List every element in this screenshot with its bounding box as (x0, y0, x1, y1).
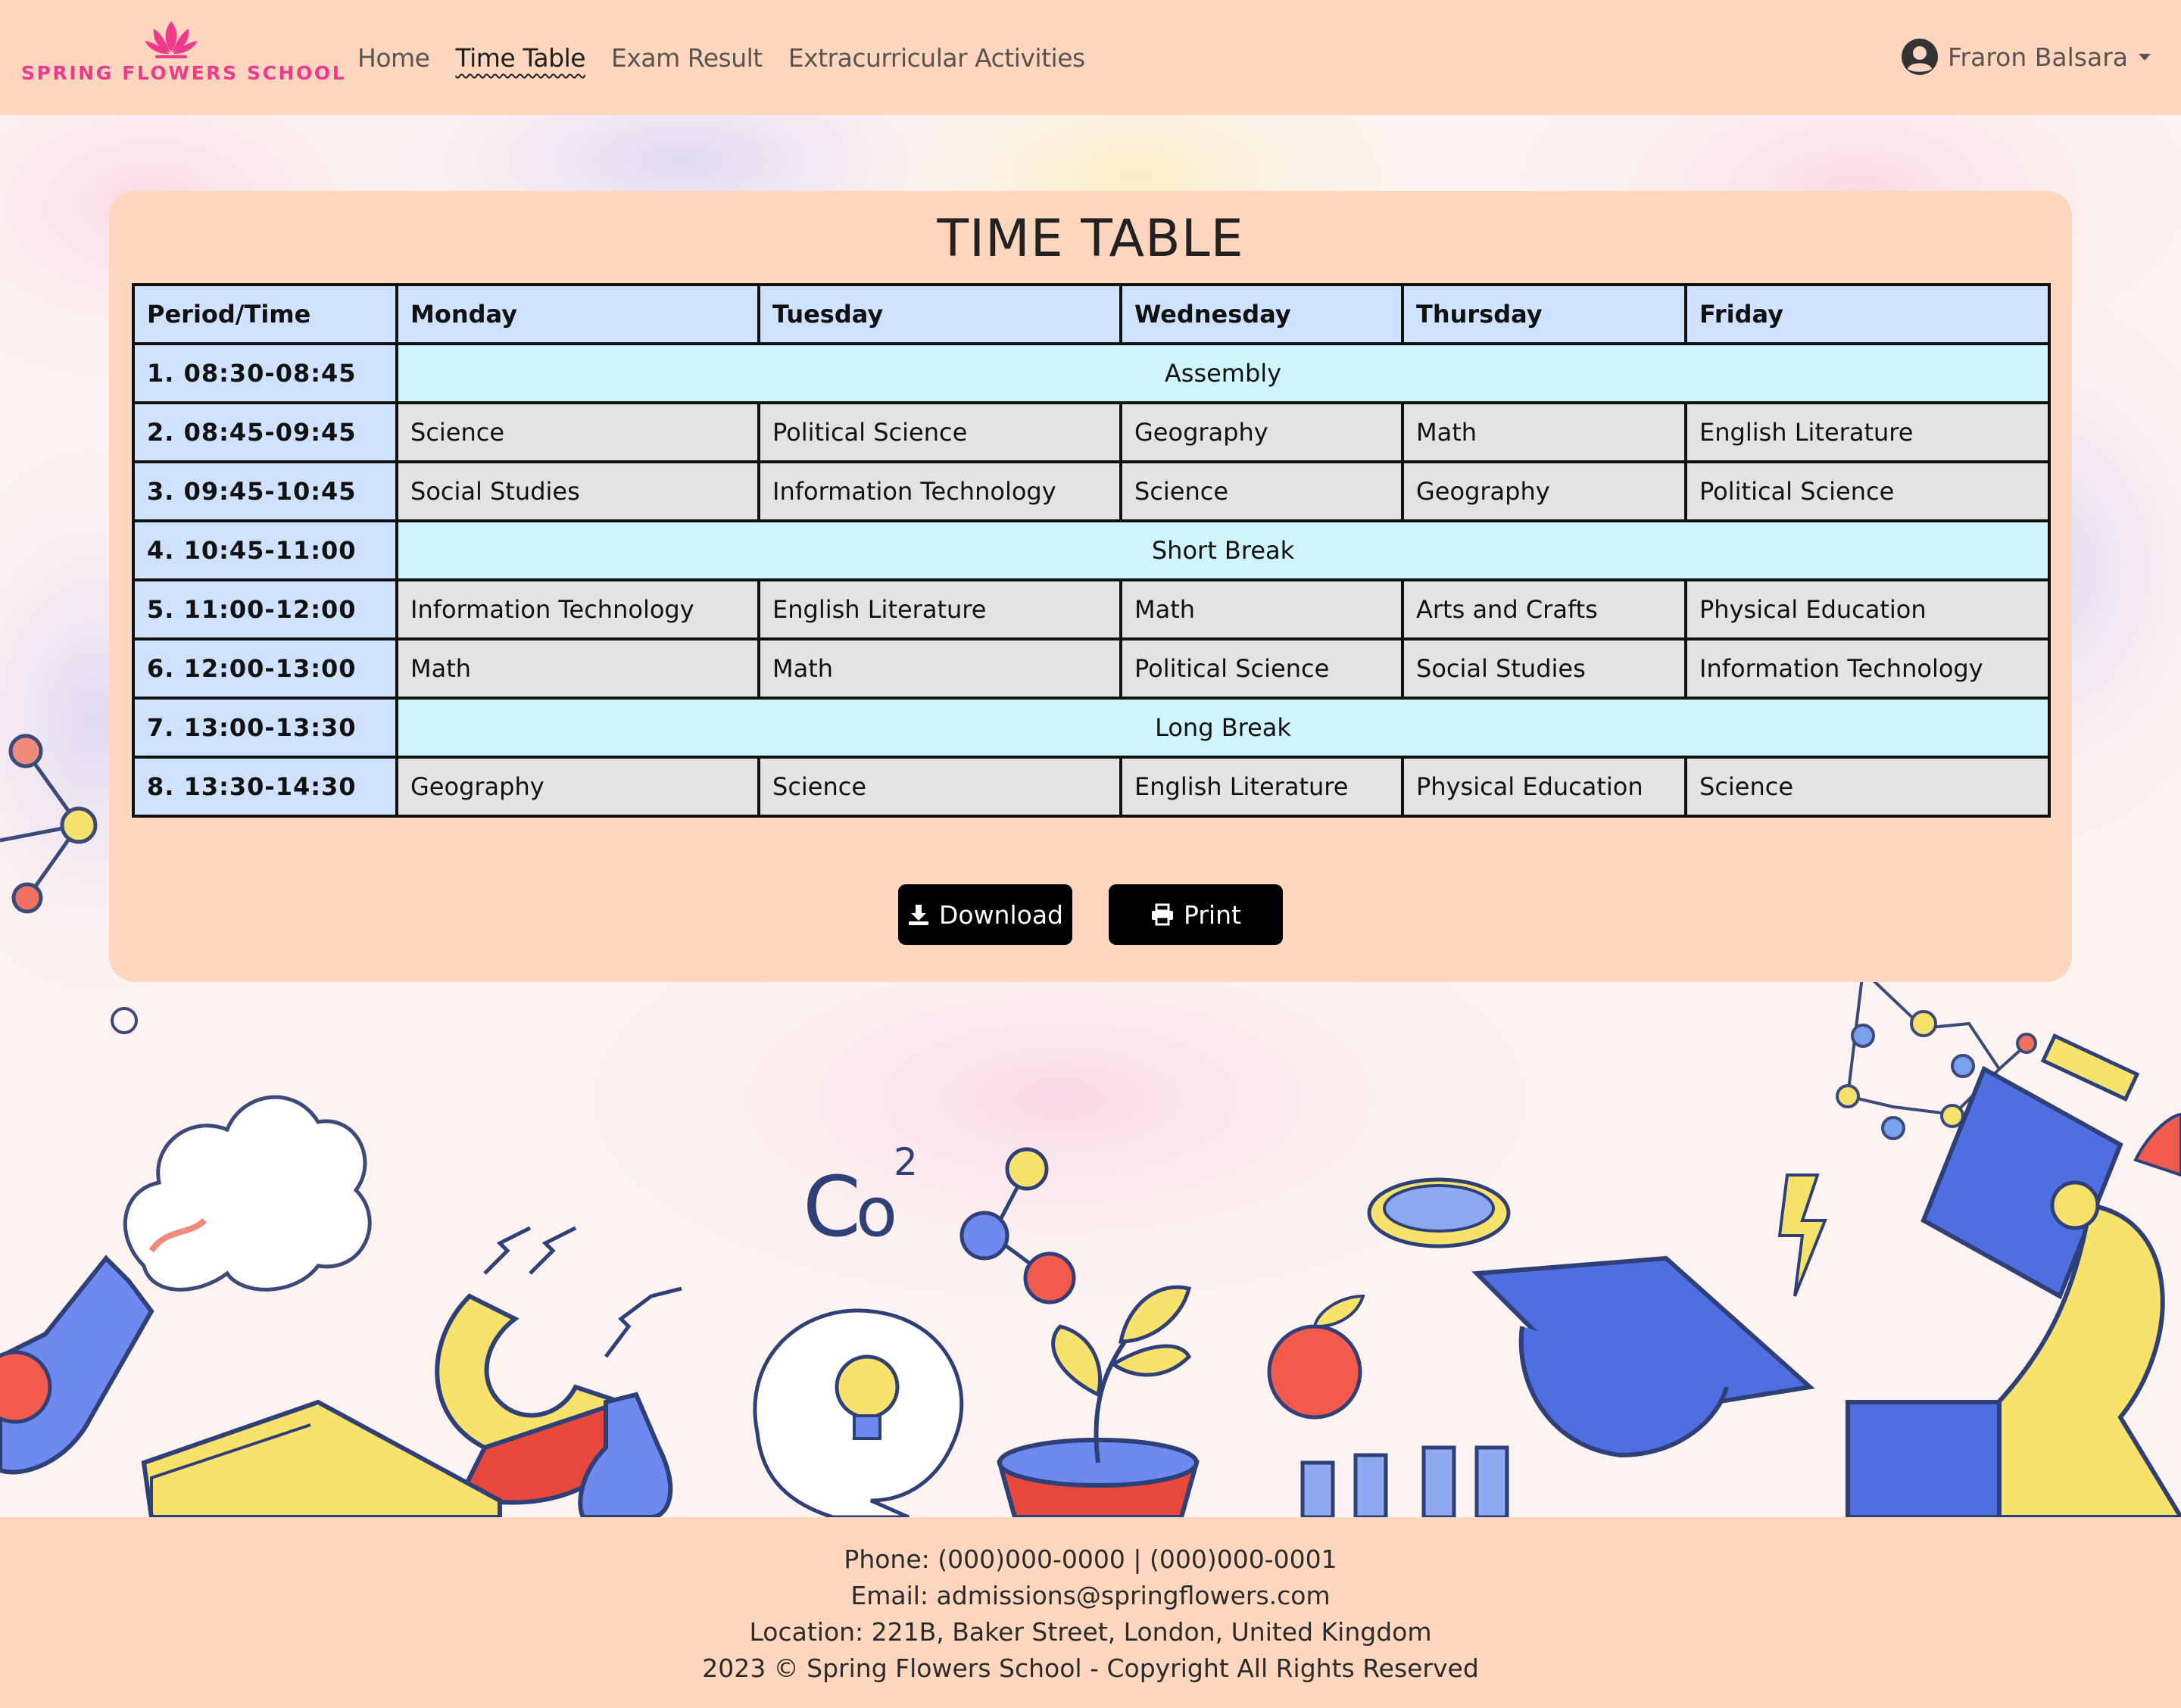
column-header-wednesday: Wednesday (1119, 283, 1404, 345)
brand-name: SPRING FLOWERS SCHOOL (21, 62, 347, 84)
user-circle-icon (1901, 39, 1938, 75)
subject-cell: Math (1401, 401, 1687, 463)
break-cell: Short Break (395, 519, 2051, 581)
svg-text:2: 2 (894, 1140, 918, 1184)
subject-cell: Political Science (1684, 460, 2051, 522)
subject-cell: Science (757, 756, 1122, 818)
subject-cell: Geography (1401, 460, 1687, 522)
period-cell: 4. 10:45-11:00 (132, 519, 398, 581)
break-cell: Assembly (395, 342, 2051, 404)
subject-cell: Science (395, 401, 760, 463)
table-row: 4. 10:45-11:00 Short Break (132, 519, 2051, 581)
table-row: 8. 13:30-14:30 Geography Science English… (132, 756, 2051, 818)
subject-cell: Geography (1119, 401, 1404, 463)
subject-cell: Science (1684, 756, 2051, 818)
subject-cell: Information Technology (395, 578, 760, 640)
nav-link-time-table[interactable]: Time Table (455, 38, 585, 79)
action-buttons: Download Print (109, 884, 2072, 945)
subject-cell: Physical Education (1684, 578, 2051, 640)
print-label: Print (1184, 899, 1241, 930)
break-cell: Long Break (395, 697, 2051, 759)
column-header-thursday: Thursday (1401, 283, 1687, 345)
footer-email: Email: admissions@springflowers.com (850, 1581, 1331, 1610)
subject-cell: Math (395, 637, 760, 700)
table-row: 2. 08:45-09:45 Science Political Science… (132, 401, 2051, 463)
download-button[interactable]: Download (898, 884, 1072, 945)
brand-home-link[interactable]: SPRING FLOWERS SCHOOL (21, 20, 347, 95)
nav-link-extracurricular[interactable]: Extracurricular Activities (788, 38, 1085, 79)
download-icon (908, 905, 928, 925)
nav-link-exam-result[interactable]: Exam Result (611, 38, 763, 79)
subject-cell: Geography (395, 756, 760, 818)
page-title: TIME TABLE (937, 209, 1244, 269)
subject-cell: Political Science (1119, 637, 1404, 700)
print-icon (1152, 903, 1174, 926)
period-cell: 5. 11:00-12:00 (132, 578, 398, 640)
subject-cell: Math (757, 637, 1122, 700)
subject-cell: Physical Education (1401, 756, 1687, 818)
user-name: Fraron Balsara (1947, 42, 2128, 72)
subject-cell: Math (1119, 578, 1404, 640)
timetable-card: TIME TABLE Period/Time Monday Tuesday We… (109, 191, 2072, 982)
subject-cell: Political Science (757, 401, 1122, 463)
table-row: 7. 13:00-13:30 Long Break (132, 697, 2051, 759)
column-header-monday: Monday (395, 283, 760, 345)
period-cell: 2. 08:45-09:45 (132, 401, 398, 463)
timetable-table: Period/Time Monday Tuesday Wednesday Thu… (132, 283, 2051, 818)
subject-cell: English Literature (757, 578, 1122, 640)
period-cell: 6. 12:00-13:00 (132, 637, 398, 700)
column-header-tuesday: Tuesday (757, 283, 1122, 345)
top-navbar: SPRING FLOWERS SCHOOL Home Time Table Ex… (0, 0, 2181, 115)
period-cell: 3. 09:45-10:45 (132, 460, 398, 522)
nav-links: Home Time Table Exam Result Extracurricu… (357, 38, 1085, 79)
subject-cell: Social Studies (395, 460, 760, 522)
period-cell: 7. 13:00-13:30 (132, 697, 398, 759)
svg-text:C: C (803, 1158, 861, 1255)
subject-cell: Social Studies (1401, 637, 1687, 700)
svg-text:o: o (856, 1173, 897, 1252)
subject-cell: Information Technology (1684, 637, 2051, 700)
nav-link-home[interactable]: Home (357, 38, 430, 79)
table-row: 5. 11:00-12:00 Information Technology En… (132, 578, 2051, 640)
subject-cell: Science (1119, 460, 1404, 522)
subject-cell: English Literature (1119, 756, 1404, 818)
subject-cell: English Literature (1684, 401, 2051, 463)
footer-location: Location: 221B, Baker Street, London, Un… (749, 1617, 1432, 1647)
user-dropdown[interactable]: Fraron Balsara (1901, 35, 2151, 79)
column-header-friday: Friday (1684, 283, 2051, 345)
footer: Phone: (000)000-0000 | (000)000-0001 Ema… (0, 1517, 2181, 1708)
table-row: 6. 12:00-13:00 Math Math Political Scien… (132, 637, 2051, 700)
period-cell: 8. 13:30-14:30 (132, 756, 398, 818)
download-label: Download (938, 899, 1064, 930)
print-button[interactable]: Print (1109, 884, 1283, 945)
table-row: 3. 09:45-10:45 Social Studies Informatio… (132, 460, 2051, 522)
chevron-down-icon (2139, 53, 2151, 61)
subject-cell: Information Technology (757, 460, 1122, 522)
period-cell: 1. 08:30-08:45 (132, 342, 398, 404)
subject-cell: Arts and Crafts (1401, 578, 1687, 640)
lotus-icon (145, 21, 198, 58)
table-row: 1. 08:30-08:45 Assembly (132, 342, 2051, 404)
column-header-period: Period/Time (132, 283, 398, 345)
footer-phone: Phone: (000)000-0000 | (000)000-0001 (844, 1544, 1337, 1574)
footer-copyright: 2023 © Spring Flowers School - Copyright… (702, 1653, 1479, 1683)
table-header-row: Period/Time Monday Tuesday Wednesday Thu… (132, 283, 2051, 345)
